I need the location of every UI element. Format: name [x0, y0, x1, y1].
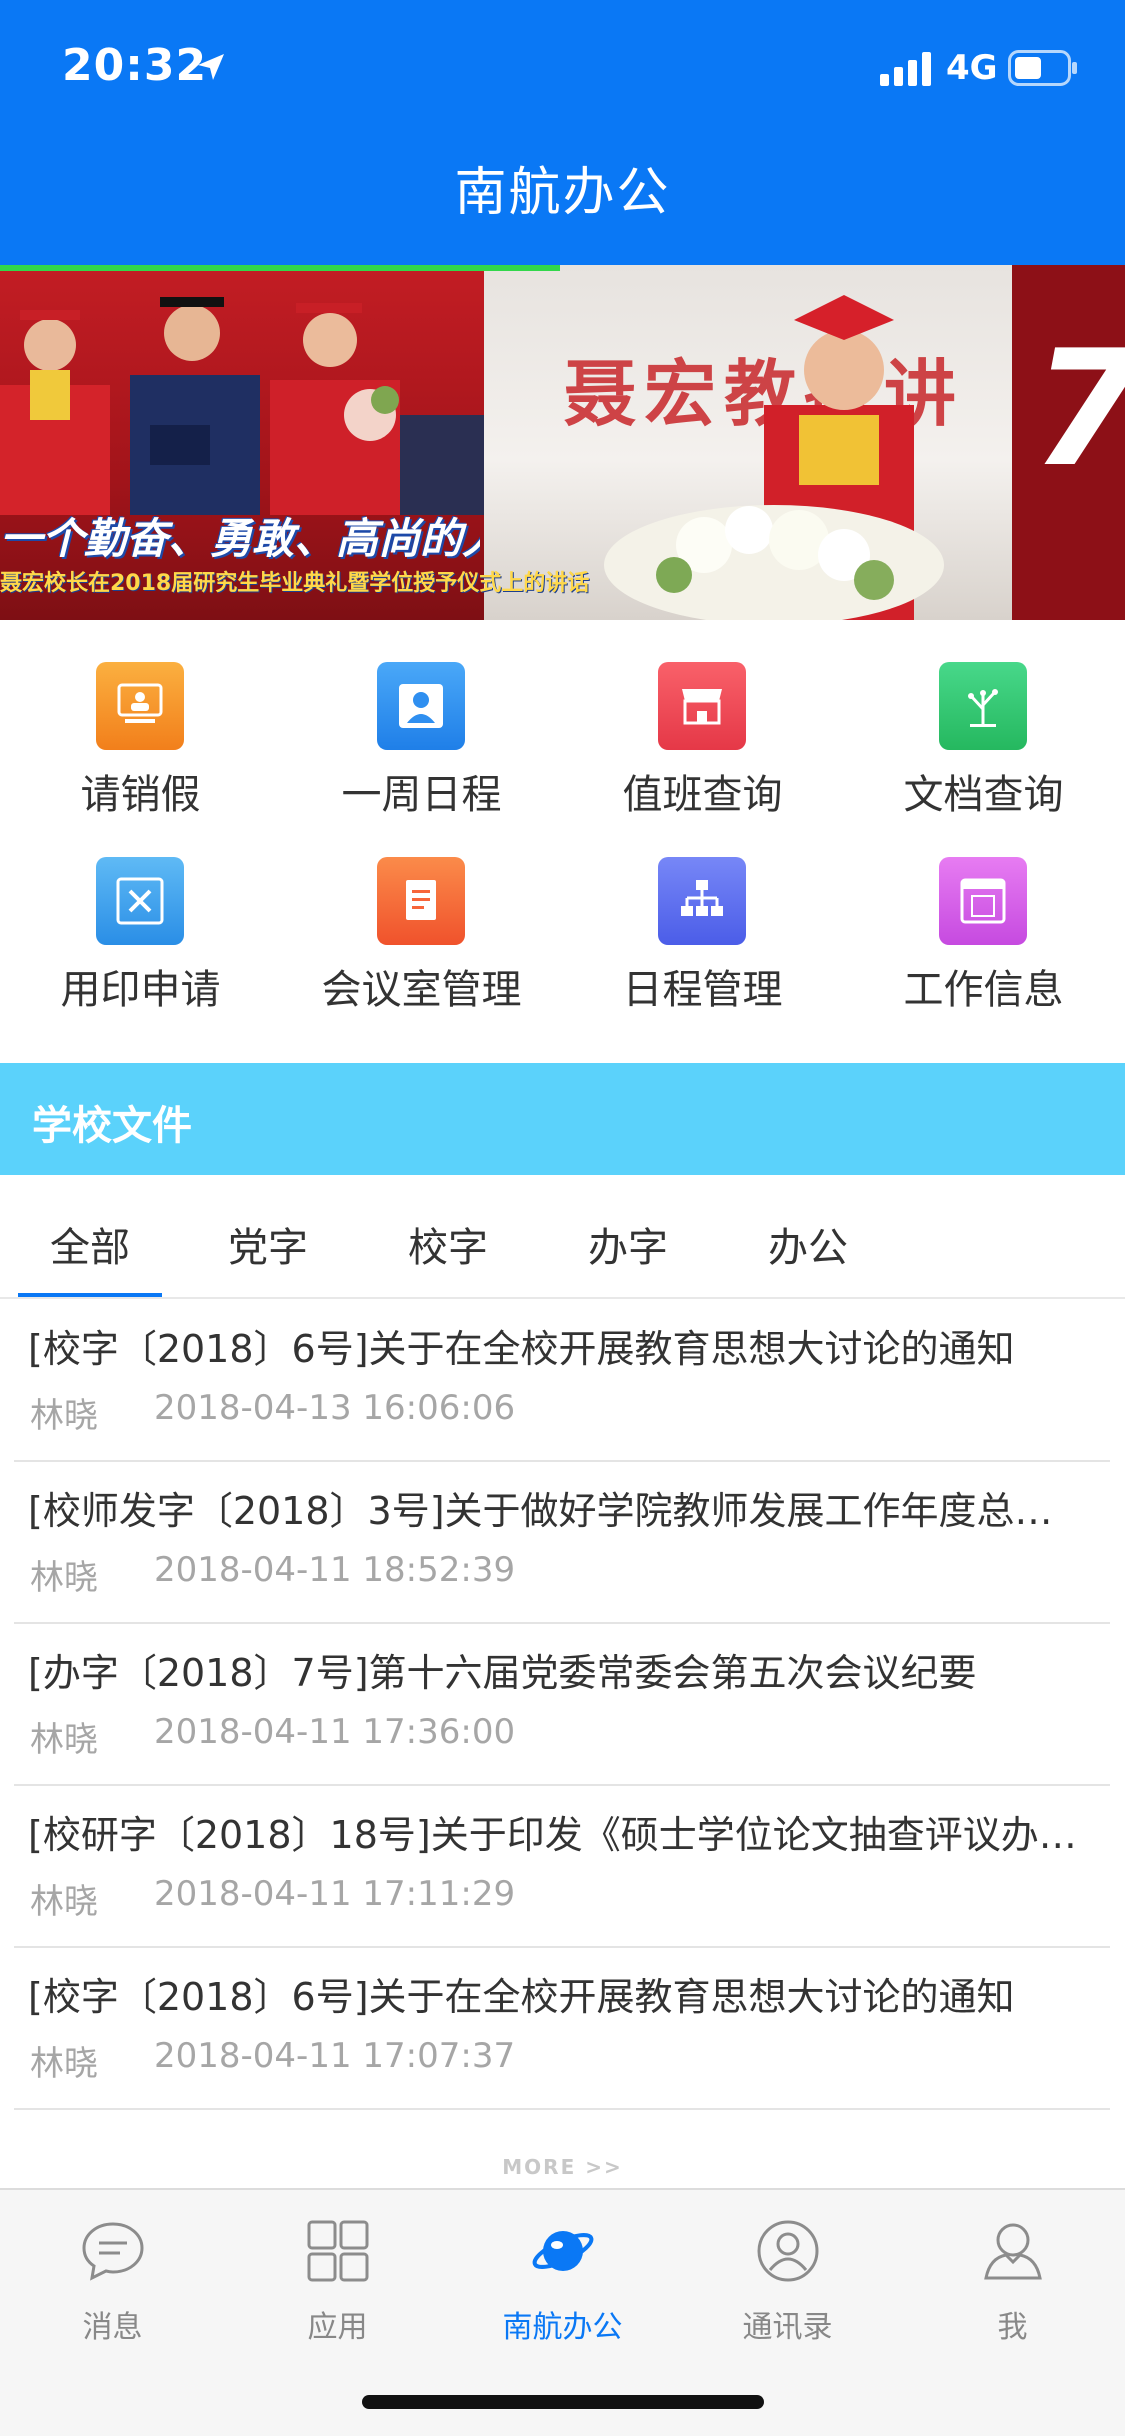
document-list: [校字〔2018〕6号]关于在全校开展教育思想大讨论的通知 林晓 2018-04… [14, 1300, 1110, 2110]
org-chart-icon [658, 857, 746, 945]
grid-item-label: 工作信息 [903, 967, 1064, 1013]
presentation-icon [96, 662, 184, 750]
grid-item-document-query[interactable]: 文档查询 [843, 640, 1124, 830]
document-title: [校字〔2018〕6号]关于在全校开展教育思想大讨论的通知 [28, 1975, 1015, 2019]
document-author: 林晓 [30, 1396, 98, 1436]
top-bar: 20:32 4G 南航办公 [0, 0, 1125, 265]
grid-item-leave[interactable]: 请销假 [0, 640, 281, 830]
nav-label: 消息 [82, 2310, 143, 2345]
document-author: 林晓 [30, 1558, 98, 1598]
nav-label: 通讯录 [742, 2310, 833, 2345]
document-icon [377, 857, 465, 945]
planet-icon [532, 2231, 594, 2271]
tab-school[interactable]: 校字 [408, 1215, 488, 1273]
tab-office-doc[interactable]: 办字 [588, 1215, 668, 1273]
document-title: [校研字〔2018〕18号]关于印发《硕士学位论文抽查评议办法》的通知 [28, 1813, 1088, 1857]
nav-me[interactable]: 我 [900, 2208, 1125, 2358]
tab-party[interactable]: 党字 [228, 1215, 308, 1273]
apps-grid-icon [307, 2220, 369, 2282]
location-arrow-icon [198, 54, 224, 80]
list-item[interactable]: [校研字〔2018〕18号]关于印发《硕士学位论文抽查评议办法》的通知 林晓 2… [14, 1786, 1110, 1948]
grid-item-label: 请销假 [80, 772, 201, 818]
grid-item-schedule-management[interactable]: 日程管理 [562, 835, 843, 1025]
active-tab-indicator [18, 1293, 162, 1297]
store-icon [658, 662, 746, 750]
document-date: 2018-04-11 18:52:39 [154, 1550, 516, 1590]
function-grid: 请销假 一周日程 值班查询 文档查询 用印申请 会议室管理 日程管理 工作信息 [0, 640, 1125, 1060]
signal-icon [880, 52, 931, 86]
tools-icon [96, 857, 184, 945]
grid-item-work-info[interactable]: 工作信息 [843, 835, 1124, 1025]
document-author: 林晓 [30, 2044, 98, 2084]
graduates-illustration [0, 297, 484, 515]
carousel-progress [0, 265, 560, 271]
browser-icon [939, 857, 1027, 945]
list-item[interactable]: [校师发字〔2018〕3号]关于做好学院教师发展工作年度总结的通知 林晓 201… [14, 1462, 1110, 1624]
nav-apps[interactable]: 应用 [225, 2208, 450, 2358]
document-title: [校字〔2018〕6号]关于在全校开展教育思想大讨论的通知 [28, 1327, 1015, 1371]
document-date: 2018-04-11 17:11:29 [154, 1874, 516, 1914]
home-indicator[interactable] [362, 2395, 764, 2409]
profile-icon [984, 2223, 1042, 2280]
list-item[interactable]: [校字〔2018〕6号]关于在全校开展教育思想大讨论的通知 林晓 2018-04… [14, 1948, 1110, 2110]
document-date: 2018-04-11 17:36:00 [154, 1712, 516, 1752]
banner-subcaption: 聂宏校长在2018届研究生毕业典礼暨学位授予仪式上的讲话 [0, 571, 590, 596]
status-bar: 20:32 4G [0, 0, 1125, 132]
section-title: 学校文件 [32, 1103, 192, 1149]
grid-item-weekly-schedule[interactable]: 一周日程 [281, 640, 562, 830]
grid-item-duty-query[interactable]: 值班查询 [562, 640, 843, 830]
banner-slide-next: 7 [1012, 265, 1125, 620]
tab-all[interactable]: 全部 [50, 1215, 130, 1273]
person-icon [377, 662, 465, 750]
network-type: 4G [946, 48, 998, 88]
grid-item-label: 用印申请 [60, 967, 221, 1013]
grid-item-meeting-room[interactable]: 会议室管理 [281, 835, 562, 1025]
tree-icon [939, 662, 1027, 750]
document-title: [办字〔2018〕7号]第十六届党委常委会第五次会议纪要 [28, 1651, 977, 1695]
document-author: 林晓 [30, 1720, 98, 1760]
section-header: 学校文件 [0, 1063, 1125, 1175]
nav-label: 应用 [307, 2310, 368, 2345]
document-title: [校师发字〔2018〕3号]关于做好学院教师发展工作年度总结的通知 [28, 1489, 1088, 1533]
grid-item-label: 日程管理 [622, 967, 783, 1013]
nav-contacts[interactable]: 通讯录 [675, 2208, 900, 2358]
status-time: 20:32 [62, 40, 208, 91]
grid-item-label: 值班查询 [622, 772, 783, 818]
nav-nuaa-office[interactable]: 南航办公 [450, 2208, 675, 2358]
banner-caption: 一个勤奋、勇敢、高尚的人 [0, 514, 480, 563]
grid-item-seal-application[interactable]: 用印申请 [0, 835, 281, 1025]
list-item[interactable]: [办字〔2018〕7号]第十六届党委常委会第五次会议纪要 林晓 2018-04-… [14, 1624, 1110, 1786]
nav-messages[interactable]: 消息 [0, 2208, 225, 2358]
document-date: 2018-04-11 17:07:37 [154, 2036, 516, 2076]
document-tabs: 全部 党字 校字 办字 办公 [0, 1175, 1125, 1299]
grid-item-label: 一周日程 [341, 772, 502, 818]
page-title: 南航办公 [454, 163, 671, 223]
nav-label: 我 [997, 2310, 1028, 2345]
grid-item-label: 会议室管理 [321, 967, 522, 1013]
more-link[interactable]: MORE >> [0, 2155, 1125, 2179]
nav-label: 南航办公 [502, 2310, 623, 2345]
tab-office[interactable]: 办公 [768, 1215, 848, 1273]
message-icon [82, 2222, 144, 2281]
document-date: 2018-04-13 16:06:06 [154, 1388, 516, 1428]
battery-icon [1008, 50, 1077, 86]
contacts-icon [757, 2220, 819, 2282]
banner-side-text: 7 [1032, 315, 1125, 502]
document-author: 林晓 [30, 1882, 98, 1922]
grid-item-label: 文档查询 [903, 772, 1064, 818]
list-item[interactable]: [校字〔2018〕6号]关于在全校开展教育思想大讨论的通知 林晓 2018-04… [14, 1300, 1110, 1462]
banner-carousel[interactable]: 一个勤奋、勇敢、高尚的人 聂宏教授讲 7 聂宏校长在2018届研究生毕业典礼暨学… [0, 265, 1125, 620]
